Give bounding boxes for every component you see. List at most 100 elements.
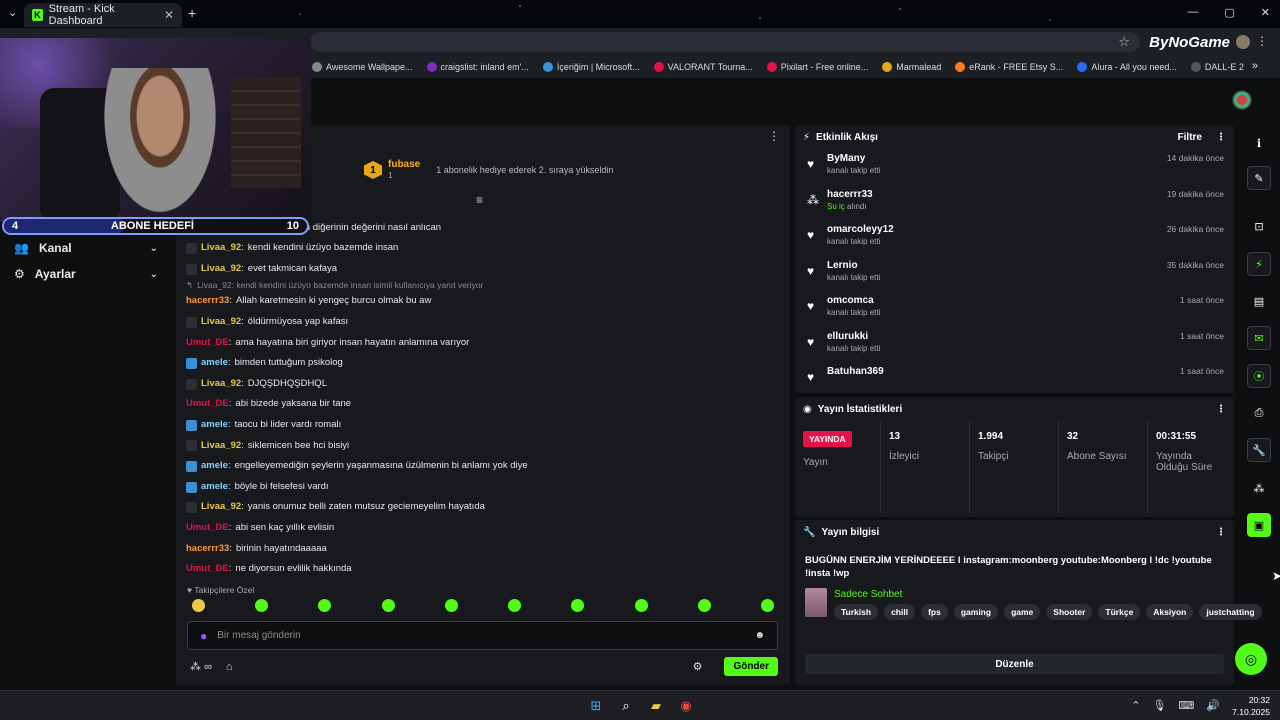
event-username[interactable]: ellurukki: [827, 331, 1234, 342]
chat-message[interactable]: Livaa_92: kendi kendini üzüyo bazemde ins…: [186, 238, 780, 259]
microphone-icon[interactable]: ●: [200, 629, 207, 643]
stream-tag[interactable]: Shooter: [1046, 604, 1093, 620]
maximize-icon[interactable]: ▢: [1224, 6, 1234, 19]
stats-menu-icon[interactable]: ⋮: [1216, 404, 1226, 415]
edit-pencil-icon[interactable]: ✎: [1247, 166, 1271, 190]
chat-message[interactable]: hacerrr33: birinin hayatındaaaaa: [186, 539, 780, 560]
chat-message-input[interactable]: ● Bir mesaj gönderin ☻: [187, 621, 778, 650]
emote-icon[interactable]: [508, 599, 522, 612]
stream-tag[interactable]: fps: [921, 604, 948, 620]
stream-tag[interactable]: Aksiyon: [1146, 604, 1194, 620]
chat-bubble-icon[interactable]: ✉: [1247, 326, 1271, 350]
broadcast-icon[interactable]: ⦿: [1247, 364, 1271, 388]
stream-category[interactable]: Sadece Sohbet: [834, 589, 902, 600]
chat-message[interactable]: Livaa_92: yanis onumuz belli zaten mutsuz…: [186, 497, 780, 518]
wrench-icon[interactable]: 🔧: [1247, 438, 1271, 462]
chat-message[interactable]: amele: engelleyemediğin şeylerin yaşanmas…: [186, 456, 780, 477]
chat-message[interactable]: amele: taocu bi lider vardı romalı: [186, 415, 780, 436]
emote-icon[interactable]: [381, 599, 395, 612]
stream-tag[interactable]: game: [1004, 604, 1041, 620]
chat-message[interactable]: Livaa_92: evet takmican kafaya: [186, 259, 780, 280]
chat-message[interactable]: Umut_DE: ama hayatına biri giriyor insan …: [186, 333, 780, 354]
stream-tag[interactable]: chill: [884, 604, 916, 620]
chat-message[interactable]: Umut_DE: abi sen kaç yıllık evlisin: [186, 518, 780, 539]
emote-icon[interactable]: [634, 599, 648, 612]
bookmark-item[interactable]: Pixilart - Free online...: [766, 62, 868, 72]
clipboard-icon[interactable]: ▤: [1247, 289, 1271, 313]
more-bookmarks-icon[interactable]: »: [1252, 60, 1258, 72]
file-explorer-icon[interactable]: ▰: [645, 695, 667, 717]
chat-username[interactable]: amele: [201, 353, 228, 374]
chat-message[interactable]: Umut_DE: ne diyorsun evlilik hakkında: [186, 559, 780, 580]
event-username[interactable]: Batuhan369: [827, 366, 1234, 377]
bookmark-item[interactable]: İçeriğim | Microsoft...: [542, 62, 640, 72]
bookmark-item[interactable]: DALL-E 2: [1190, 62, 1244, 72]
search-icon[interactable]: ⌕: [615, 695, 637, 717]
clock[interactable]: 20:32 7.10.2025: [1232, 694, 1270, 718]
stream-tag[interactable]: gaming: [953, 604, 999, 620]
chat-username[interactable]: Livaa_92: [201, 436, 241, 457]
app-green-icon[interactable]: ▣: [1247, 513, 1271, 537]
send-button[interactable]: Gönder: [724, 657, 778, 676]
chat-message[interactable]: Umut_DE: abi bizede yaksana bir tane: [186, 394, 780, 415]
info-icon[interactable]: ℹ: [1247, 131, 1271, 155]
chat-message[interactable]: hacerrr33: Allah karetmesin ki yengeç bur…: [186, 291, 780, 312]
sidebar-item-ayarlar[interactable]: ⚙ Ayarlar ⌄: [0, 261, 172, 287]
bookmark-item[interactable]: Alura - All you need...: [1077, 62, 1177, 72]
minimize-icon[interactable]: —: [1187, 6, 1198, 19]
event-username[interactable]: omcomca: [827, 295, 1234, 306]
emote-icon[interactable]: [318, 599, 332, 612]
chat-username[interactable]: hacerrr33: [186, 291, 229, 312]
chat-username[interactable]: Livaa_92: [201, 374, 241, 395]
pinned-user[interactable]: fubase 1: [388, 159, 420, 181]
browser-tab-active[interactable]: K Stream - Kick Dashboard ✕: [24, 3, 182, 27]
filter-button[interactable]: Filtre: [1178, 132, 1202, 143]
microphone-icon[interactable]: 🎙: [1152, 699, 1166, 712]
chevron-up-icon[interactable]: ⌃: [1131, 699, 1140, 712]
screenshot-icon[interactable]: ⊡: [1247, 214, 1271, 238]
chat-message[interactable]: Livaa_92: siklemicen bee hci bisiyi: [186, 436, 780, 457]
chat-username[interactable]: Livaa_92: [201, 238, 241, 259]
chat-settings-icon[interactable]: ⚙: [693, 660, 703, 673]
start-menu-icon[interactable]: ⊞: [585, 695, 607, 717]
url-input[interactable]: [310, 32, 1140, 52]
tab-search-icon[interactable]: ⌄: [8, 6, 17, 19]
emote-icon[interactable]: [571, 599, 585, 612]
edit-button[interactable]: Düzenle: [805, 654, 1224, 674]
emote-icon[interactable]: [697, 599, 711, 612]
store-icon[interactable]: ⌂: [226, 661, 233, 673]
close-window-icon[interactable]: ✕: [1261, 6, 1270, 19]
chat-username[interactable]: Umut_DE: [186, 559, 229, 580]
network-icon[interactable]: ⌨: [1178, 699, 1194, 712]
new-tab-icon[interactable]: +: [188, 5, 196, 21]
emote-icon[interactable]: [255, 599, 269, 612]
chat-message[interactable]: amele: böyle bi felsefesi vardı: [186, 477, 780, 498]
chat-username[interactable]: Umut_DE: [186, 333, 229, 354]
emoji-picker-icon[interactable]: ☻: [754, 630, 765, 641]
info-menu-icon[interactable]: ⋮: [1216, 527, 1226, 538]
bookmark-item[interactable]: craigslist: inland em'...: [426, 62, 529, 72]
printer-icon[interactable]: ⎙: [1247, 401, 1271, 425]
stream-tag[interactable]: Türkçe: [1098, 604, 1141, 620]
bookmark-star-icon[interactable]: ☆: [1118, 34, 1130, 50]
volume-icon[interactable]: 🔊: [1206, 699, 1220, 712]
profile-avatar-icon[interactable]: [1236, 35, 1250, 49]
chat-message[interactable]: amele: bimden tuttuğum psikolog: [186, 353, 780, 374]
chat-username[interactable]: amele: [201, 415, 228, 436]
emote-icon[interactable]: [760, 599, 774, 612]
chat-username[interactable]: Umut_DE: [186, 518, 229, 539]
chat-message[interactable]: Livaa_92: DJQŞDHQŞDHQL: [186, 374, 780, 395]
tab-close-icon[interactable]: ✕: [164, 8, 174, 22]
chat-username[interactable]: Umut_DE: [186, 394, 229, 415]
lightning-icon[interactable]: ⚡: [1247, 252, 1271, 276]
chat-username[interactable]: hacerrr33: [186, 539, 229, 560]
channel-points[interactable]: ⁂ ∞: [190, 660, 212, 673]
user-avatar[interactable]: [1232, 90, 1252, 110]
chat-username[interactable]: Livaa_92: [201, 259, 241, 280]
chat-username[interactable]: Livaa_92: [201, 312, 241, 333]
emote-icon[interactable]: [444, 599, 458, 612]
support-button[interactable]: ◎: [1235, 643, 1267, 675]
bookmark-item[interactable]: Awesome Wallpape...: [312, 62, 413, 72]
stream-tag[interactable]: Turkish: [834, 604, 879, 620]
bookmark-item[interactable]: eRank - FREE Etsy S...: [955, 62, 1063, 72]
